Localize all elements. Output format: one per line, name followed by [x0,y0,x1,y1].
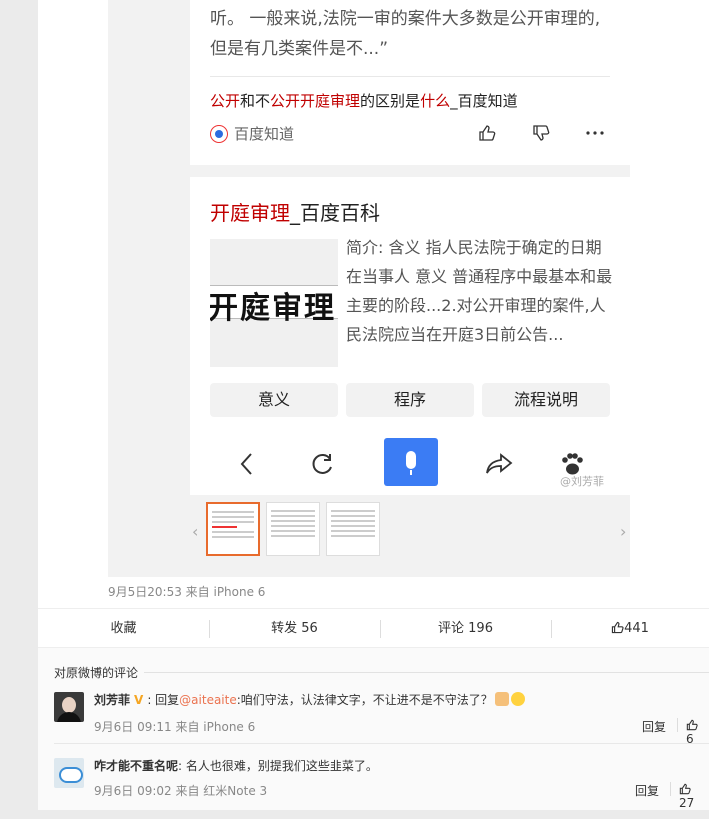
baike-button-flow[interactable]: 流程说明 [482,383,610,417]
search-result-zhidao: 听。 一般来说,法院一审的案件大多数是公开审理的,但是有几类案件是不...” 公… [190,0,630,165]
image-carousel: ‹ › [190,500,630,558]
baike-button-procedure[interactable]: 程序 [346,383,474,417]
comment-username[interactable]: 刘芳菲 [94,693,130,707]
weibo-watermark: @刘芳菲 [560,475,604,488]
result-source: 百度知道 [210,123,294,144]
comments-title: 对原微博的评论 [54,666,139,680]
baike-button-meaning[interactable]: 意义 [210,383,338,417]
result-title[interactable]: 开庭审理_百度百科 [210,197,380,226]
share-icon[interactable] [472,437,526,491]
carousel-next-icon[interactable]: › [620,522,626,541]
reply-button[interactable]: 回复 [642,718,666,735]
search-result-baike: 开庭审理_百度百科 开庭审理 简介: 含义 指人民法院于确定的日期在当事人 意义… [190,177,630,437]
verified-icon: V [134,693,144,707]
comments-section: 对原微博的评论 刘芳菲 V: 回复@aiteaite:咱们守法，认法律文字，不让进… [38,648,709,810]
like-icon [686,719,698,731]
thumbs-down-icon[interactable] [531,124,551,144]
baidu-paw-logo-icon [210,124,228,143]
comment-username[interactable]: 咋才能不重名呢 [94,759,178,773]
more-icon[interactable] [585,124,605,144]
result-snippet: 听。 一般来说,法院一审的案件大多数是公开审理的,但是有几类案件是不...” [210,9,601,59]
voice-search-button[interactable] [384,438,438,486]
like-icon [611,621,624,634]
avatar[interactable] [54,758,84,788]
favorite-button[interactable]: 收藏 [38,609,209,649]
microphone-icon [406,451,416,469]
result-thumbnail[interactable]: 开庭审理 [210,239,338,367]
like-button[interactable]: 441 [551,609,709,649]
carousel-thumb-2[interactable] [266,502,320,556]
post-meta: 9月5日20:53 来自 iPhone 6 [108,585,266,599]
divider [210,76,610,77]
comment-button[interactable]: 评论 196 [380,609,551,649]
carousel-prev-icon[interactable]: ‹ [192,522,198,541]
thumbnail-text: 开庭审理 [210,291,336,326]
post-action-bar: 收藏 转发 56 评论 196 441 [38,608,709,648]
comment-like-button[interactable]: 27 [679,782,709,810]
comment-like-button[interactable]: 6 [686,718,709,746]
result-description: 简介: 含义 指人民法院于确定的日期在当事人 意义 普通程序中最基本和最主要的阶… [346,238,613,344]
back-icon[interactable] [220,437,274,491]
reply-button[interactable]: 回复 [635,782,659,799]
result-title[interactable]: 公开和不公开开庭审理的区别是什么_百度知道 [210,90,518,111]
laugh-emoji-icon [510,692,525,706]
cat-emoji-icon [494,692,509,706]
comment-meta: 9月6日 09:11 来自 iPhone 6 [94,720,256,734]
carousel-thumb-1[interactable] [206,502,260,556]
like-icon [679,783,691,795]
comment-body: 咋才能不重名呢: 名人也很难，别提我们这些韭菜了。 [94,759,378,773]
thumbs-up-icon[interactable] [477,124,497,144]
weibo-page: 听。 一般来说,法院一审的案件大多数是公开审理的,但是有几类案件是不...” 公… [0,0,709,819]
comment-meta: 9月6日 09:02 来自 红米Note 3 [94,784,268,798]
avatar[interactable] [54,692,84,722]
mention-link[interactable]: @aiteaite [179,693,237,707]
refresh-icon[interactable] [295,437,349,491]
comment-body: 刘芳菲 V: 回复@aiteaite:咱们守法，认法律文字，不让进不是不守法了？ [94,691,525,708]
carousel-thumb-3[interactable] [326,502,380,556]
repost-button[interactable]: 转发 56 [209,609,380,649]
